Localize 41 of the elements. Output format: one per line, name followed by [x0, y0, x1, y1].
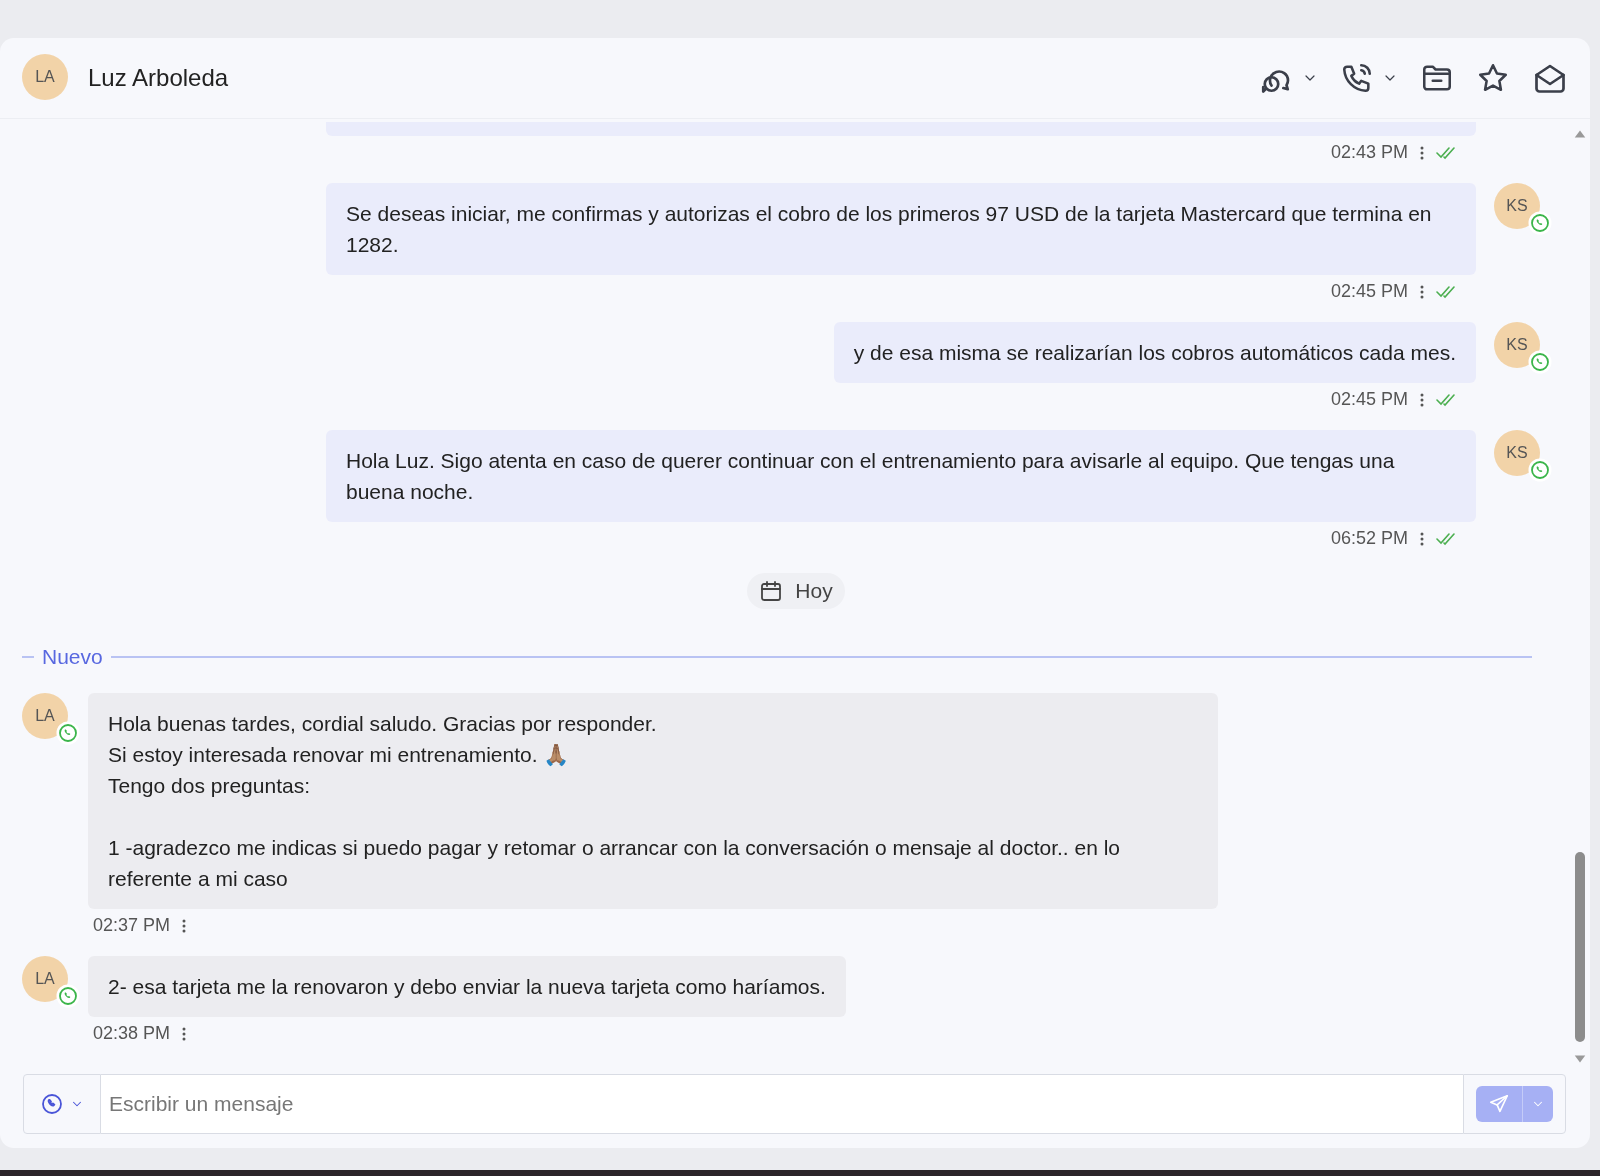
whatsapp-icon [56, 721, 80, 745]
double-check-icon [1436, 145, 1458, 160]
whatsapp-icon [1528, 458, 1552, 482]
new-messages-label: Nuevo [42, 645, 103, 669]
avatar: KS [1494, 183, 1540, 229]
message-time: 02:45 PM [1330, 389, 1408, 410]
avatar: KS [1494, 430, 1540, 476]
whatsapp-icon [56, 984, 80, 1008]
message-time: 02:37 PM [93, 915, 171, 936]
message-time: 02:45 PM [1330, 281, 1408, 302]
whatsapp-icon [1528, 211, 1552, 235]
whatsapp-icon [40, 1092, 64, 1116]
message-time: 02:43 PM [1330, 142, 1408, 163]
send-icon [1488, 1093, 1510, 1115]
message-time: 02:38 PM [93, 1023, 171, 1044]
phone-icon [1340, 61, 1374, 95]
more-icon[interactable] [1420, 391, 1424, 408]
more-icon[interactable] [1420, 144, 1424, 161]
more-icon[interactable] [182, 1025, 187, 1042]
more-icon[interactable] [182, 917, 187, 934]
contact-name: Luz Arboleda [88, 64, 229, 92]
message-input[interactable]: Escribir un mensaje [101, 1074, 1463, 1134]
scrollbar-thumb[interactable] [1575, 852, 1585, 1042]
avatar: LA [22, 693, 68, 739]
double-check-icon [1436, 531, 1458, 546]
avatar: LA [22, 956, 68, 1002]
message-time: 06:52 PM [1330, 528, 1408, 549]
whatsapp-icon [1528, 350, 1552, 374]
avatar: KS [1494, 322, 1540, 368]
calendar-icon [759, 579, 784, 603]
avatar: LA [22, 54, 68, 100]
message-bubble: Hola buenas tardes, cordial saludo. Gracias por responder. Si estoy interesada renovar mi entrenamiento. 🙏🏽 Tengo dos preguntas: 1 -agradezco me indicas si puedo pagar y retomar o arrancar con la conversación o mensaje al doctor.. en lo referente a mi caso [88, 693, 1218, 909]
message-bubble: y de esa misma se realizarían los cobros automáticos cada mes. [833, 322, 1476, 383]
date-chip: Hoy [747, 573, 845, 609]
message-bubble: Hola Luz. Sigo atenta en caso de querer continuar con el entrenamiento para avisarle al equipo. Que tengas una buena noche. [326, 430, 1476, 522]
message-bubble: 2- esa tarjeta me la renovaron y debo enviar la nueva tarjeta como haríamos. [88, 956, 846, 1017]
more-icon[interactable] [1420, 283, 1424, 300]
message-bubble: Se deseas iniciar, me confirmas y autorizas el cobro de los primeros 97 USD de la tarjeta Mastercard que termina en 1282. [326, 183, 1476, 275]
more-icon[interactable] [1420, 530, 1424, 547]
double-check-icon [1436, 392, 1458, 407]
double-check-icon [1436, 284, 1458, 299]
